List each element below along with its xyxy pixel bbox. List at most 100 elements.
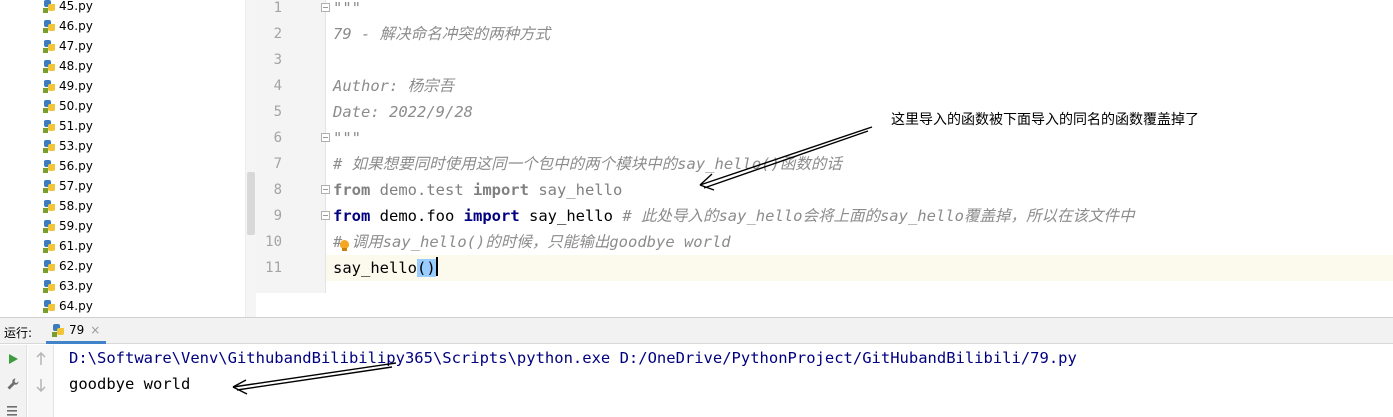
- tree-file-label: 62.py: [59, 259, 93, 273]
- fold-marker-icon[interactable]: [321, 133, 330, 142]
- annotation-note: 这里导入的函数被下面导入的同名的函数覆盖掉了: [891, 112, 1199, 128]
- line-number: 5: [273, 104, 282, 120]
- tree-file-label: 59.py: [59, 219, 93, 233]
- line-number: 8: [273, 182, 282, 198]
- comment-text: 调用say_hello()的时候，只能输出goodbye world: [342, 233, 731, 251]
- arrow-up-icon[interactable]: [33, 351, 49, 367]
- python-file-icon: [43, 39, 56, 53]
- python-file-icon: [43, 179, 56, 193]
- module-name: demo.test: [370, 181, 473, 199]
- code-line-5[interactable]: Date: 2022/9/28: [333, 99, 473, 125]
- line-number: 2: [273, 26, 282, 42]
- python-file-icon: [43, 59, 56, 73]
- run-toolbar-secondary: [28, 345, 54, 417]
- editor-empty-area[interactable]: [256, 293, 1393, 317]
- tree-file-item[interactable]: 61.py: [43, 236, 93, 256]
- tree-file-item[interactable]: 58.py: [43, 196, 93, 216]
- console-output-line[interactable]: goodbye world: [69, 372, 190, 396]
- python-icon: [52, 323, 65, 337]
- text-caret: [435, 257, 438, 276]
- code-line-2[interactable]: 79 - 解决命名冲突的两种方式: [333, 21, 550, 47]
- tree-file-label: 48.py: [59, 59, 93, 73]
- function-call: say_hello: [333, 259, 417, 277]
- inline-comment: # 此处导入的say_hello会将上面的say_hello覆盖掉，所以在该文件…: [622, 207, 1135, 225]
- line-number: 3: [273, 52, 282, 68]
- tree-file-item[interactable]: 59.py: [43, 216, 93, 236]
- fold-marker-icon[interactable]: [321, 211, 330, 220]
- matched-parens: (): [417, 259, 436, 277]
- python-file-icon: [43, 239, 56, 253]
- run-tab[interactable]: 79 ×: [46, 318, 106, 344]
- tree-file-item[interactable]: 47.py: [43, 36, 93, 56]
- python-file-icon: [43, 0, 56, 13]
- fold-marker-icon[interactable]: [321, 185, 330, 194]
- tree-file-label: 47.py: [59, 39, 93, 53]
- python-file-icon: [43, 119, 56, 133]
- keyword-import: import: [472, 181, 529, 199]
- tree-file-label: 46.py: [59, 19, 93, 33]
- layout-icon[interactable]: [5, 401, 21, 417]
- close-icon[interactable]: ×: [90, 323, 100, 337]
- tree-file-label: 53.py: [59, 139, 93, 153]
- python-file-icon: [43, 199, 56, 213]
- rerun-icon[interactable]: [5, 351, 21, 367]
- tree-file-item[interactable]: 49.py: [43, 76, 93, 96]
- tree-file-label: 63.py: [59, 279, 93, 293]
- current-line-highlight: [326, 255, 1393, 281]
- python-file-icon: [43, 219, 56, 233]
- code-line-1[interactable]: """: [333, 0, 361, 21]
- line-number: 9: [273, 208, 282, 224]
- arrow-down-icon[interactable]: [33, 377, 49, 393]
- code-line-10[interactable]: # 调用say_hello()的时候，只能输出goodbye world: [333, 229, 731, 255]
- tree-file-label: 64.py: [59, 299, 93, 313]
- line-number: 1: [273, 0, 282, 16]
- module-name: demo.foo: [370, 207, 464, 225]
- tree-file-item[interactable]: 64.py: [43, 296, 93, 316]
- code-line-4[interactable]: Author: 杨宗吾: [333, 73, 454, 99]
- fold-marker-icon[interactable]: [321, 3, 330, 12]
- run-toolbar: [0, 345, 27, 417]
- tree-file-item[interactable]: 46.py: [43, 16, 93, 36]
- keyword-from: from: [333, 207, 371, 225]
- tree-file-item[interactable]: 51.py: [43, 116, 93, 136]
- line-number: 7: [273, 156, 282, 172]
- tree-file-item[interactable]: 48.py: [43, 56, 93, 76]
- python-file-icon: [43, 299, 56, 313]
- tree-file-label: 56.py: [59, 159, 93, 173]
- tree-file-label: 49.py: [59, 79, 93, 93]
- tree-file-label: 61.py: [59, 239, 93, 253]
- console-command-line[interactable]: D:\Software\Venv\GithubandBilibilipy365\…: [69, 346, 1077, 370]
- python-file-icon: [43, 159, 56, 173]
- line-number: 6: [273, 130, 282, 146]
- python-file-icon: [43, 99, 56, 113]
- code-line-7[interactable]: # 如果想要同时使用这同一个包中的两个模块中的say_hello()函数的话: [333, 151, 842, 177]
- code-line-9[interactable]: from demo.foo import say_hello # 此处导入的sa…: [333, 203, 1134, 229]
- tree-file-item[interactable]: 50.py: [43, 96, 93, 116]
- code-line-11[interactable]: say_hello(): [333, 255, 438, 281]
- tree-file-item[interactable]: 53.py: [43, 136, 93, 156]
- python-file-icon: [43, 19, 56, 33]
- lightbulb-icon[interactable]: [340, 240, 349, 251]
- tree-file-item[interactable]: 57.py: [43, 176, 93, 196]
- tree-file-item[interactable]: 56.py: [43, 156, 93, 176]
- tree-file-label: 58.py: [59, 199, 93, 213]
- python-file-icon: [43, 139, 56, 153]
- line-number: 10: [265, 234, 282, 250]
- tree-scrollbar[interactable]: [245, 0, 256, 317]
- code-line-8[interactable]: from demo.test import say_hello: [333, 177, 622, 203]
- run-tab-label: 79: [69, 322, 85, 337]
- line-number: 11: [265, 260, 282, 276]
- run-panel-header: 运行: 79 ×: [0, 317, 1393, 344]
- imported-name: say_hello: [519, 207, 623, 225]
- tree-file-item[interactable]: 62.py: [43, 256, 93, 276]
- run-panel-label: 运行:: [4, 326, 33, 340]
- tree-file-item[interactable]: 63.py: [43, 276, 93, 296]
- tree-file-item[interactable]: 45.py: [43, 0, 93, 16]
- tree-file-label: 51.py: [59, 119, 93, 133]
- tree-file-label: 45.py: [59, 0, 93, 13]
- python-file-icon: [43, 79, 56, 93]
- code-line-6[interactable]: """: [333, 125, 361, 151]
- wrench-icon[interactable]: [5, 376, 21, 392]
- line-number: 4: [273, 78, 282, 94]
- tree-scrollbar-thumb[interactable]: [247, 172, 255, 235]
